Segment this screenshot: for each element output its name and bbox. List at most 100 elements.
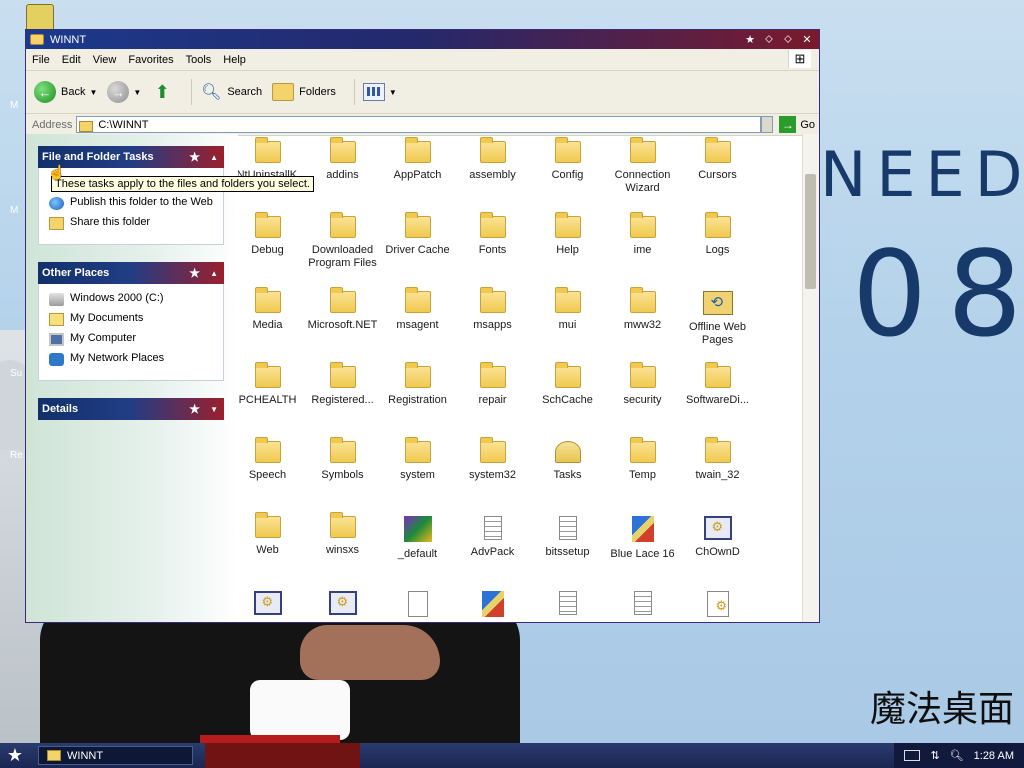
file-item[interactable]: Web — [238, 512, 305, 587]
file-item[interactable]: winsxs — [305, 512, 380, 587]
start-button[interactable]: ★ — [0, 743, 30, 768]
file-item[interactable]: Temp — [605, 437, 680, 512]
close-button[interactable]: ✕ — [799, 33, 815, 47]
file-item[interactable]: Registration — [380, 362, 455, 437]
file-item[interactable]: Blue Lace 16 — [605, 512, 680, 587]
file-item[interactable]: $NtUninstallK... .5SP1$ — [238, 137, 306, 212]
menu-favorites[interactable]: Favorites — [122, 54, 179, 66]
maximize-button[interactable]: ⬦ — [780, 33, 796, 47]
file-item[interactable]: assembly — [455, 137, 530, 212]
file-item[interactable]: ChOwnD — [680, 512, 755, 587]
file-label: AppPatch — [393, 169, 442, 181]
menu-view[interactable]: View — [87, 54, 123, 66]
file-item[interactable]: Logs — [680, 212, 755, 287]
minimize-button[interactable]: ⬦ — [761, 33, 777, 47]
panel-body: Windows 2000 (C:) My Documents My Comput… — [38, 284, 224, 381]
forward-button[interactable]: → ▼ — [107, 81, 141, 103]
scrollbar-thumb[interactable] — [805, 174, 816, 289]
file-item[interactable]: Debug — [238, 212, 305, 287]
go-button[interactable]: → Go — [779, 116, 815, 133]
task-share[interactable]: Share this folder — [49, 216, 213, 230]
keyboard-icon[interactable] — [904, 750, 921, 761]
file-item[interactable]: Media — [238, 287, 305, 362]
file-item[interactable]: Config — [530, 137, 605, 212]
place-my-computer[interactable]: My Computer — [49, 332, 213, 346]
file-item[interactable]: Tasks — [530, 437, 605, 512]
vertical-scrollbar[interactable] — [802, 134, 819, 622]
clock[interactable]: 1:28 AM — [974, 750, 1014, 762]
taskbar-item-winnt[interactable]: WINNT — [38, 746, 193, 765]
file-item[interactable] — [455, 587, 530, 622]
folders-button[interactable]: Folders — [272, 83, 336, 101]
desktop-label[interactable]: Su — [10, 368, 22, 379]
desktop-label[interactable]: M — [10, 100, 18, 111]
desktop-shortcut-icon[interactable] — [26, 4, 54, 32]
file-item[interactable]: Help — [530, 212, 605, 287]
star-button[interactable]: ★ — [742, 33, 758, 47]
address-input[interactable]: C:\WINNT — [76, 116, 762, 133]
chevron-down-icon[interactable]: ▼ — [389, 88, 397, 97]
chevron-down-icon[interactable]: ▼ — [89, 88, 97, 97]
file-item[interactable]: Offline Web Pages — [680, 287, 755, 362]
up-button[interactable]: ⬆ — [151, 81, 173, 103]
file-item[interactable] — [605, 587, 680, 622]
desktop-label[interactable]: Re — [10, 450, 23, 461]
file-item[interactable]: AppPatch — [380, 137, 455, 212]
file-item[interactable]: system32 — [455, 437, 530, 512]
file-item[interactable]: msagent — [380, 287, 455, 362]
file-item[interactable] — [380, 587, 455, 622]
file-item[interactable] — [305, 587, 380, 622]
file-item[interactable]: twain_32 — [680, 437, 755, 512]
collapse-icon[interactable]: ▲ — [210, 269, 218, 278]
place-drive[interactable]: Windows 2000 (C:) — [49, 292, 213, 306]
menu-file[interactable]: File — [26, 54, 56, 66]
menu-edit[interactable]: Edit — [56, 54, 87, 66]
task-publish[interactable]: Publish this folder to the Web — [49, 196, 213, 210]
file-item[interactable]: mui — [530, 287, 605, 362]
panel-header[interactable]: Details ★ ▼ — [38, 398, 224, 420]
file-item[interactable]: system — [380, 437, 455, 512]
search-tray-icon[interactable]: 🔍︎ — [950, 749, 964, 762]
file-item[interactable]: Speech — [238, 437, 305, 512]
file-item[interactable]: SoftwareDi... — [680, 362, 755, 437]
address-dropdown-button[interactable] — [761, 116, 774, 133]
file-label: Fonts — [478, 244, 507, 256]
expand-icon[interactable]: ▼ — [210, 405, 218, 414]
file-item[interactable]: AdvPack — [455, 512, 530, 587]
menu-help[interactable]: Help — [217, 54, 252, 66]
file-item[interactable]: ime — [605, 212, 680, 287]
file-item[interactable]: PCHEALTH — [238, 362, 305, 437]
file-item[interactable]: addins — [305, 137, 380, 212]
back-button[interactable]: ← Back ▼ — [34, 81, 97, 103]
file-item[interactable]: repair — [455, 362, 530, 437]
file-item[interactable]: Symbols — [305, 437, 380, 512]
title-bar[interactable]: WINNT ★ ⬦ ⬦ ✕ — [26, 30, 819, 49]
views-button[interactable]: ▼ — [362, 83, 397, 101]
file-item[interactable]: msapps — [455, 287, 530, 362]
file-item[interactable]: Cursors — [680, 137, 755, 212]
panel-header[interactable]: File and Folder Tasks ★ ▲ — [38, 146, 224, 168]
file-item[interactable]: Downloaded Program Files — [305, 212, 380, 287]
file-item[interactable]: SchCache — [530, 362, 605, 437]
menu-tools[interactable]: Tools — [180, 54, 218, 66]
place-network[interactable]: My Network Places — [49, 352, 213, 366]
file-item[interactable]: Registered... — [305, 362, 380, 437]
chevron-down-icon[interactable]: ▼ — [133, 88, 141, 97]
file-item[interactable]: Fonts — [455, 212, 530, 287]
panel-header[interactable]: Other Places ★ ▲ — [38, 262, 224, 284]
file-item[interactable]: bitssetup — [530, 512, 605, 587]
file-item[interactable]: security — [605, 362, 680, 437]
file-item[interactable] — [680, 587, 755, 622]
file-item[interactable] — [530, 587, 605, 622]
file-item[interactable]: Driver Cache — [380, 212, 455, 287]
collapse-icon[interactable]: ▲ — [210, 153, 218, 162]
file-item[interactable]: Connection Wizard — [605, 137, 680, 212]
network-tray-icon[interactable]: ⇅ — [930, 749, 939, 762]
file-item[interactable]: mww32 — [605, 287, 680, 362]
file-item[interactable]: Microsoft.NET — [305, 287, 380, 362]
search-button[interactable]: 🔍︎ Search — [200, 81, 262, 103]
file-item[interactable] — [238, 587, 305, 622]
file-item[interactable]: _default — [380, 512, 455, 587]
desktop-label[interactable]: M — [10, 205, 18, 216]
place-my-documents[interactable]: My Documents — [49, 312, 213, 326]
